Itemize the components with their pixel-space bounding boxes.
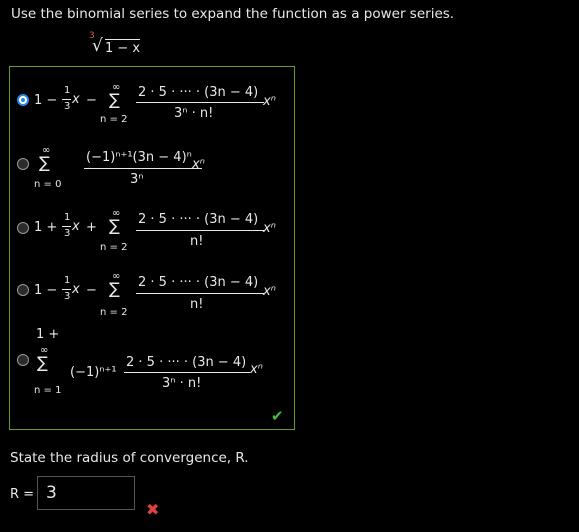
option-4-numerator: 2 · 5 · ··· · (3n − 4) xyxy=(138,275,259,290)
option-4-frac-den: 3 xyxy=(64,291,71,302)
option-4-expression[interactable]: 1 − 1 3 x − ∞ ∑ n = 2 2 · 5 · ··· · (3n … xyxy=(34,269,284,321)
option-3-expression[interactable]: 1 + 1 3 x + ∞ ∑ n = 2 2 · 5 · ··· · (3n … xyxy=(34,206,284,258)
option-5-xn: xⁿ xyxy=(250,362,263,377)
option-1-sum-bottom: n = 2 xyxy=(100,114,128,125)
option-5-expression[interactable]: 1 + ∞ ∑ n = 1 (−1)ⁿ⁺¹ 2 · 5 · ··· · (3n … xyxy=(34,325,284,399)
option-5-sum-icon: ∑ xyxy=(37,353,48,372)
option-3-plus: + xyxy=(86,220,97,235)
option-1-xn: xⁿ xyxy=(263,94,276,109)
option-4-frac-line xyxy=(136,293,264,294)
option-2-expression[interactable]: ∞ ∑ n = 0 (−1)ⁿ⁺¹(3n − 4)ⁿ 3ⁿ xⁿ xyxy=(34,141,284,193)
option-1-expression[interactable]: 1 − 1 3 x − ∞ ∑ n = 2 2 · 5 · ··· · (3n … xyxy=(34,78,284,130)
option-3-frac-bar xyxy=(62,226,71,227)
option-5-frac-line xyxy=(124,372,250,373)
option-3-frac-den: 3 xyxy=(64,228,71,239)
option-5-lead: 1 + xyxy=(36,327,60,342)
option-1-frac-num: 1 xyxy=(64,85,71,96)
option-1-x: x xyxy=(72,92,80,107)
option-2-sum-bottom: n = 0 xyxy=(34,179,62,190)
option-1-denominator: 3ⁿ · n! xyxy=(174,106,214,121)
option-1-numerator: 2 · 5 · ··· · (3n − 4) xyxy=(138,85,259,100)
option-2-numerator: (−1)ⁿ⁺¹(3n − 4)ⁿ xyxy=(86,150,192,165)
function-expression: 3 √ 1 − x xyxy=(89,31,149,58)
option-3-x: x xyxy=(72,219,80,234)
option-3-denominator: n! xyxy=(190,234,204,249)
option-1-frac-bar xyxy=(62,99,71,100)
option-3-frac-line xyxy=(136,230,264,231)
option-2-sum-icon: ∑ xyxy=(39,153,50,172)
option-4-denominator: n! xyxy=(190,297,204,312)
option-1-lead: 1 − xyxy=(34,93,58,108)
option-3-radio[interactable] xyxy=(17,222,29,234)
radical-sign-icon: √ xyxy=(92,36,103,56)
option-3-sum-icon: ∑ xyxy=(109,216,120,235)
option-4-minus: − xyxy=(86,283,97,298)
cross-icon: ✖ xyxy=(146,500,160,519)
option-1-minus: − xyxy=(86,93,97,108)
option-5-radio[interactable] xyxy=(17,354,29,366)
option-3-lead: 1 + xyxy=(34,220,58,235)
option-5-coefficient: (−1)ⁿ⁺¹ xyxy=(70,365,117,380)
radius-question: State the radius of convergence, R. xyxy=(10,450,249,466)
radius-label: R = xyxy=(10,487,35,502)
option-2-radio[interactable] xyxy=(17,158,29,170)
option-2-xn: xⁿ xyxy=(192,157,205,172)
option-5-denominator: 3ⁿ · n! xyxy=(162,376,202,391)
option-4-radio[interactable] xyxy=(17,284,29,296)
option-2-frac-line xyxy=(84,168,202,169)
option-4-frac-num: 1 xyxy=(64,275,71,286)
radicand: 1 − x xyxy=(105,39,141,56)
option-4-frac-bar xyxy=(62,289,71,290)
option-4-sum-icon: ∑ xyxy=(109,279,120,298)
check-icon: ✔ xyxy=(271,407,284,425)
option-4-lead: 1 − xyxy=(34,283,58,298)
option-1-sum-icon: ∑ xyxy=(109,90,120,109)
option-2-denominator: 3ⁿ xyxy=(130,172,144,187)
option-3-frac-num: 1 xyxy=(64,212,71,223)
option-5-numerator: 2 · 5 · ··· · (3n − 4) xyxy=(126,355,247,370)
option-5-sum-bottom: n = 1 xyxy=(34,385,62,396)
option-4-xn: xⁿ xyxy=(263,284,276,299)
question-prompt: Use the binomial series to expand the fu… xyxy=(11,6,455,22)
option-3-numerator: 2 · 5 · ··· · (3n − 4) xyxy=(138,212,259,227)
option-4-x: x xyxy=(72,282,80,297)
option-1-frac-den: 3 xyxy=(64,101,71,112)
option-3-xn: xⁿ xyxy=(263,221,276,236)
radius-input[interactable]: 3 xyxy=(37,476,135,510)
option-3-sum-bottom: n = 2 xyxy=(100,242,128,253)
option-4-sum-bottom: n = 2 xyxy=(100,307,128,318)
option-1-frac-line xyxy=(136,102,264,103)
option-1-radio[interactable] xyxy=(17,94,29,106)
